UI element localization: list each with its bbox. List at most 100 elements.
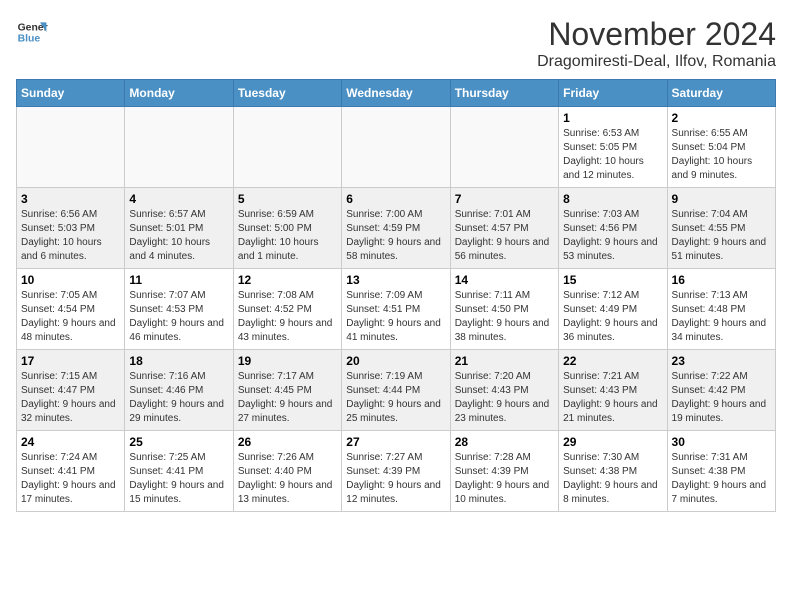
day-info: Sunrise: 7:28 AM Sunset: 4:39 PM Dayligh…: [455, 451, 554, 507]
weekday-header-row: SundayMondayTuesdayWednesdayThursdayFrid…: [17, 80, 776, 107]
weekday-header: Tuesday: [233, 80, 341, 107]
logo-icon: General Blue: [16, 16, 48, 48]
calendar-cell: 22Sunrise: 7:21 AM Sunset: 4:43 PM Dayli…: [559, 350, 667, 431]
calendar-cell: 20 Sunrise: 7:19 AM Sunset: 4:44 PM Dayli…: [342, 350, 450, 431]
day-number: 8: [563, 192, 662, 206]
day-info: Sunrise: 7:24 AM Sunset: 4:41 PM Dayligh…: [21, 451, 120, 507]
day-number: 15: [563, 273, 662, 287]
day-info: Sunrise: 7:00 AM Sunset: 4:59 PM Dayligh…: [346, 208, 445, 264]
calendar-cell: 11 Sunrise: 7:07 AM Sunset: 4:53 PM Dayli…: [125, 269, 233, 350]
day-number: 11: [129, 273, 228, 287]
day-info: Sunrise: 7:27 AM Sunset: 4:39 PM Dayligh…: [346, 451, 445, 507]
weekday-header: Thursday: [450, 80, 558, 107]
calendar-cell: 27 Sunrise: 7:27 AM Sunset: 4:39 PM Dayli…: [342, 431, 450, 512]
day-info: Sunrise: 7:01 AM Sunset: 4:57 PM Dayligh…: [455, 208, 554, 264]
day-info: Sunrise: 7:17 AM Sunset: 4:45 PM Dayligh…: [238, 370, 337, 426]
svg-text:Blue: Blue: [18, 34, 41, 45]
day-number: 24: [21, 435, 120, 449]
day-info: Sunrise: 7:25 AM Sunset: 4:41 PM Dayligh…: [129, 451, 228, 507]
day-info: Sunrise: 6:59 AM Sunset: 5:00 PM Dayligh…: [238, 208, 337, 264]
title-area: November 2024 Dragomiresti-Deal, Ilfov, …: [537, 16, 776, 71]
day-number: 30: [672, 435, 771, 449]
day-info: Sunrise: 7:26 AM Sunset: 4:40 PM Dayligh…: [238, 451, 337, 507]
calendar-cell: 6 Sunrise: 7:00 AM Sunset: 4:59 PM Daylig…: [342, 188, 450, 269]
logo: General Blue: [16, 16, 48, 48]
header: General Blue November 2024 Dragomiresti-…: [16, 16, 776, 71]
weekday-header: Wednesday: [342, 80, 450, 107]
calendar-cell: 29 Sunrise: 7:30 AM Sunset: 4:38 PM Dayli…: [559, 431, 667, 512]
day-number: 4: [129, 192, 228, 206]
day-number: 12: [238, 273, 337, 287]
day-number: 2: [672, 111, 771, 125]
calendar-cell: 9 Sunrise: 7:04 AM Sunset: 4:55 PM Daylig…: [667, 188, 775, 269]
day-number: 27: [346, 435, 445, 449]
calendar-week-row: 17 Sunrise: 7:15 AM Sunset: 4:47 PM Dayli…: [17, 350, 776, 431]
location-title: Dragomiresti-Deal, Ilfov, Romania: [537, 53, 776, 71]
day-info: Sunrise: 7:05 AM Sunset: 4:54 PM Dayligh…: [21, 289, 120, 345]
calendar-cell: 5 Sunrise: 6:59 AM Sunset: 5:00 PM Daylig…: [233, 188, 341, 269]
month-title: November 2024: [537, 16, 776, 53]
weekday-header: Saturday: [667, 80, 775, 107]
day-info: Sunrise: 7:04 AM Sunset: 4:55 PM Dayligh…: [672, 208, 771, 264]
calendar-cell: 26 Sunrise: 7:26 AM Sunset: 4:40 PM Dayli…: [233, 431, 341, 512]
calendar-cell: [233, 107, 341, 188]
day-info: Sunrise: 7:12 AM Sunset: 4:49 PM Dayligh…: [563, 289, 662, 345]
day-number: 23: [672, 354, 771, 368]
calendar-cell: 12Sunrise: 7:08 AM Sunset: 4:52 PM Dayli…: [233, 269, 341, 350]
calendar-week-row: 24 Sunrise: 7:24 AM Sunset: 4:41 PM Dayli…: [17, 431, 776, 512]
day-info: Sunrise: 7:31 AM Sunset: 4:38 PM Dayligh…: [672, 451, 771, 507]
calendar-cell: 30 Sunrise: 7:31 AM Sunset: 4:38 PM Dayli…: [667, 431, 775, 512]
calendar-cell: 16Sunrise: 7:13 AM Sunset: 4:48 PM Dayli…: [667, 269, 775, 350]
calendar-cell: 25 Sunrise: 7:25 AM Sunset: 4:41 PM Dayli…: [125, 431, 233, 512]
calendar-cell: 3Sunrise: 6:56 AM Sunset: 5:03 PM Daylig…: [17, 188, 125, 269]
calendar-cell: 4Sunrise: 6:57 AM Sunset: 5:01 PM Daylig…: [125, 188, 233, 269]
calendar-cell: 14Sunrise: 7:11 AM Sunset: 4:50 PM Dayli…: [450, 269, 558, 350]
day-number: 29: [563, 435, 662, 449]
day-info: Sunrise: 6:53 AM Sunset: 5:05 PM Dayligh…: [563, 127, 662, 183]
day-number: 25: [129, 435, 228, 449]
calendar-cell: 21 Sunrise: 7:20 AM Sunset: 4:43 PM Dayli…: [450, 350, 558, 431]
day-number: 17: [21, 354, 120, 368]
calendar-table: SundayMondayTuesdayWednesdayThursdayFrid…: [16, 79, 776, 512]
calendar-cell: 7Sunrise: 7:01 AM Sunset: 4:57 PM Daylig…: [450, 188, 558, 269]
weekday-header: Friday: [559, 80, 667, 107]
day-info: Sunrise: 6:55 AM Sunset: 5:04 PM Dayligh…: [672, 127, 771, 183]
calendar-cell: 15 Sunrise: 7:12 AM Sunset: 4:49 PM Dayli…: [559, 269, 667, 350]
day-info: Sunrise: 7:22 AM Sunset: 4:42 PM Dayligh…: [672, 370, 771, 426]
calendar-cell: 17 Sunrise: 7:15 AM Sunset: 4:47 PM Dayli…: [17, 350, 125, 431]
day-info: Sunrise: 7:07 AM Sunset: 4:53 PM Dayligh…: [129, 289, 228, 345]
weekday-header: Monday: [125, 80, 233, 107]
calendar-cell: 1 Sunrise: 6:53 AM Sunset: 5:05 PM Daylig…: [559, 107, 667, 188]
day-number: 1: [563, 111, 662, 125]
day-info: Sunrise: 7:19 AM Sunset: 4:44 PM Dayligh…: [346, 370, 445, 426]
calendar-cell: [17, 107, 125, 188]
calendar-week-row: 3Sunrise: 6:56 AM Sunset: 5:03 PM Daylig…: [17, 188, 776, 269]
day-info: Sunrise: 7:21 AM Sunset: 4:43 PM Dayligh…: [563, 370, 662, 426]
day-number: 28: [455, 435, 554, 449]
day-number: 14: [455, 273, 554, 287]
calendar-cell: 28 Sunrise: 7:28 AM Sunset: 4:39 PM Dayli…: [450, 431, 558, 512]
day-number: 20: [346, 354, 445, 368]
calendar-cell: [125, 107, 233, 188]
day-info: Sunrise: 7:30 AM Sunset: 4:38 PM Dayligh…: [563, 451, 662, 507]
day-number: 5: [238, 192, 337, 206]
day-info: Sunrise: 7:15 AM Sunset: 4:47 PM Dayligh…: [21, 370, 120, 426]
day-number: 9: [672, 192, 771, 206]
calendar-cell: 18 Sunrise: 7:16 AM Sunset: 4:46 PM Dayli…: [125, 350, 233, 431]
day-number: 16: [672, 273, 771, 287]
calendar-cell: 2 Sunrise: 6:55 AM Sunset: 5:04 PM Daylig…: [667, 107, 775, 188]
day-info: Sunrise: 7:03 AM Sunset: 4:56 PM Dayligh…: [563, 208, 662, 264]
calendar-cell: 24 Sunrise: 7:24 AM Sunset: 4:41 PM Dayli…: [17, 431, 125, 512]
day-info: Sunrise: 7:16 AM Sunset: 4:46 PM Dayligh…: [129, 370, 228, 426]
day-number: 18: [129, 354, 228, 368]
day-number: 6: [346, 192, 445, 206]
day-number: 10: [21, 273, 120, 287]
calendar-cell: 8 Sunrise: 7:03 AM Sunset: 4:56 PM Daylig…: [559, 188, 667, 269]
day-info: Sunrise: 7:20 AM Sunset: 4:43 PM Dayligh…: [455, 370, 554, 426]
day-number: 13: [346, 273, 445, 287]
calendar-cell: 19Sunrise: 7:17 AM Sunset: 4:45 PM Dayli…: [233, 350, 341, 431]
calendar-week-row: 10 Sunrise: 7:05 AM Sunset: 4:54 PM Dayli…: [17, 269, 776, 350]
day-info: Sunrise: 6:56 AM Sunset: 5:03 PM Dayligh…: [21, 208, 120, 264]
day-number: 26: [238, 435, 337, 449]
day-number: 21: [455, 354, 554, 368]
